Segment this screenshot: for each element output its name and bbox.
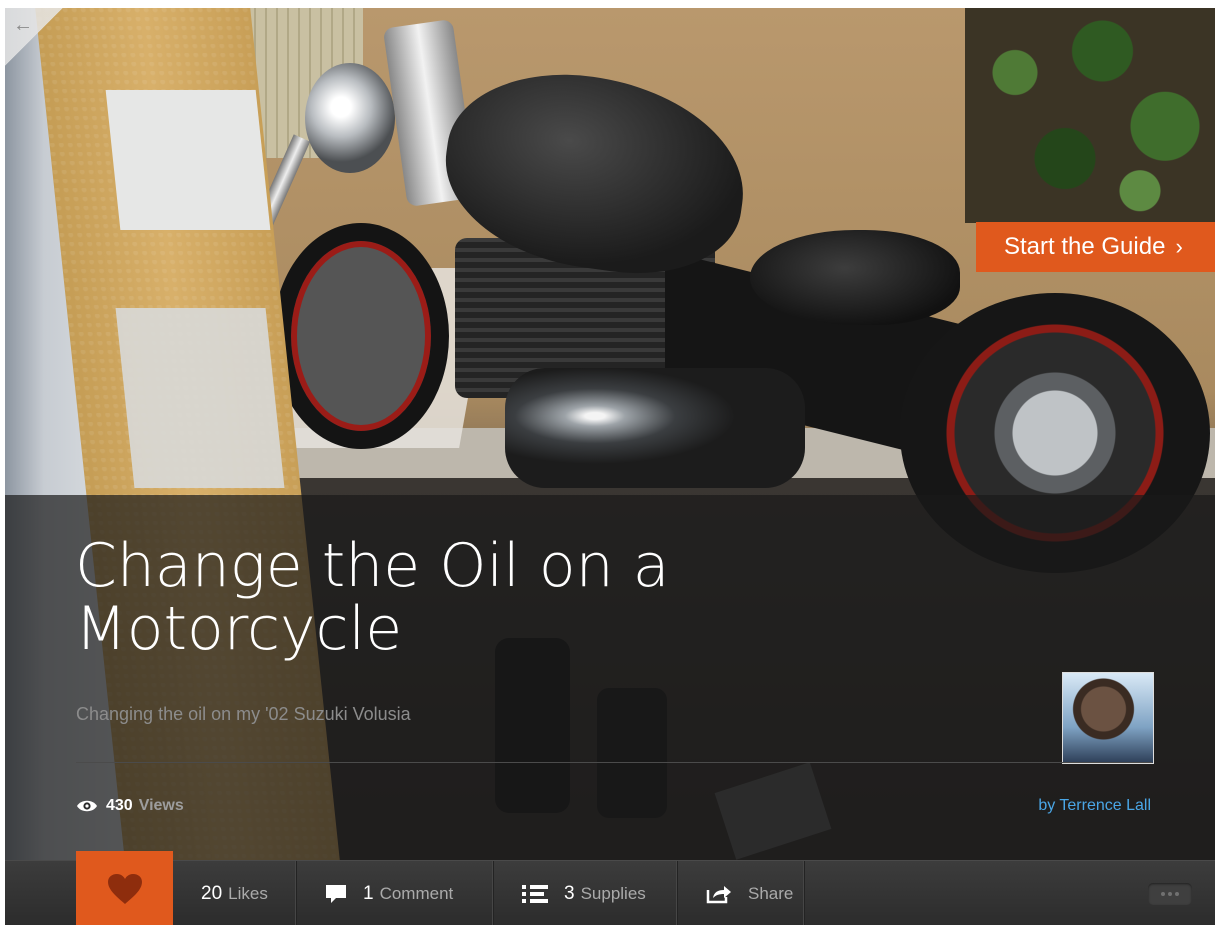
start-guide-label: Start the Guide — [1004, 233, 1166, 260]
chevron-right-icon: › — [1175, 234, 1183, 259]
more-dot — [1168, 892, 1172, 896]
views-label: Views — [138, 797, 184, 814]
share-label: Share — [748, 883, 794, 903]
divider — [76, 762, 1152, 763]
eye-icon — [77, 800, 97, 812]
author-avatar[interactable] — [1062, 672, 1154, 764]
bottom-toolbar: 20 Likes 1 Comment 3 Supplies Share — [5, 851, 1215, 925]
like-button[interactable] — [76, 851, 173, 925]
photo-brick — [105, 90, 271, 230]
author-link[interactable]: by Terrence Lall — [1025, 797, 1151, 815]
supplies-button[interactable]: 3 Supplies — [494, 861, 678, 925]
likes-count[interactable]: 20 Likes — [173, 861, 297, 925]
view-count: 430 Views — [76, 797, 184, 815]
comments-button[interactable]: 1 Comment — [297, 861, 494, 925]
comment-icon — [325, 884, 347, 904]
photo-headlight — [305, 63, 395, 173]
photo-chrome-cover — [505, 368, 805, 488]
heart-icon — [107, 873, 142, 904]
likes-number: 20 — [201, 882, 223, 904]
back-arrow-icon: ← — [13, 14, 33, 36]
start-guide-button[interactable]: Start the Guide › — [976, 222, 1215, 272]
guide-screen: ← Start the Guide › Change the Oil on a M… — [5, 8, 1215, 925]
share-icon — [706, 884, 732, 904]
photo-bush — [965, 8, 1215, 223]
likes-label: Likes — [228, 883, 268, 903]
more-dot — [1175, 892, 1179, 896]
guide-title: Change the Oil on a Motorcycle — [75, 531, 670, 664]
more-options-button[interactable] — [1148, 883, 1192, 905]
supplies-number: 3 — [564, 882, 575, 904]
comments-label: Comment — [379, 883, 454, 903]
photo-brick — [115, 308, 285, 488]
comments-number: 1 — [363, 882, 374, 904]
more-dots-icon — [1161, 892, 1165, 896]
guide-subtitle: Changing the oil on my '02 Suzuki Volusi… — [76, 704, 411, 724]
list-icon — [522, 884, 548, 903]
supplies-label: Supplies — [580, 883, 646, 903]
share-button[interactable]: Share — [678, 861, 805, 925]
photo-front-wheel — [273, 223, 449, 449]
photo-seat — [750, 230, 960, 325]
back-button[interactable]: ← — [5, 8, 63, 66]
views-count: 430 — [106, 797, 133, 814]
